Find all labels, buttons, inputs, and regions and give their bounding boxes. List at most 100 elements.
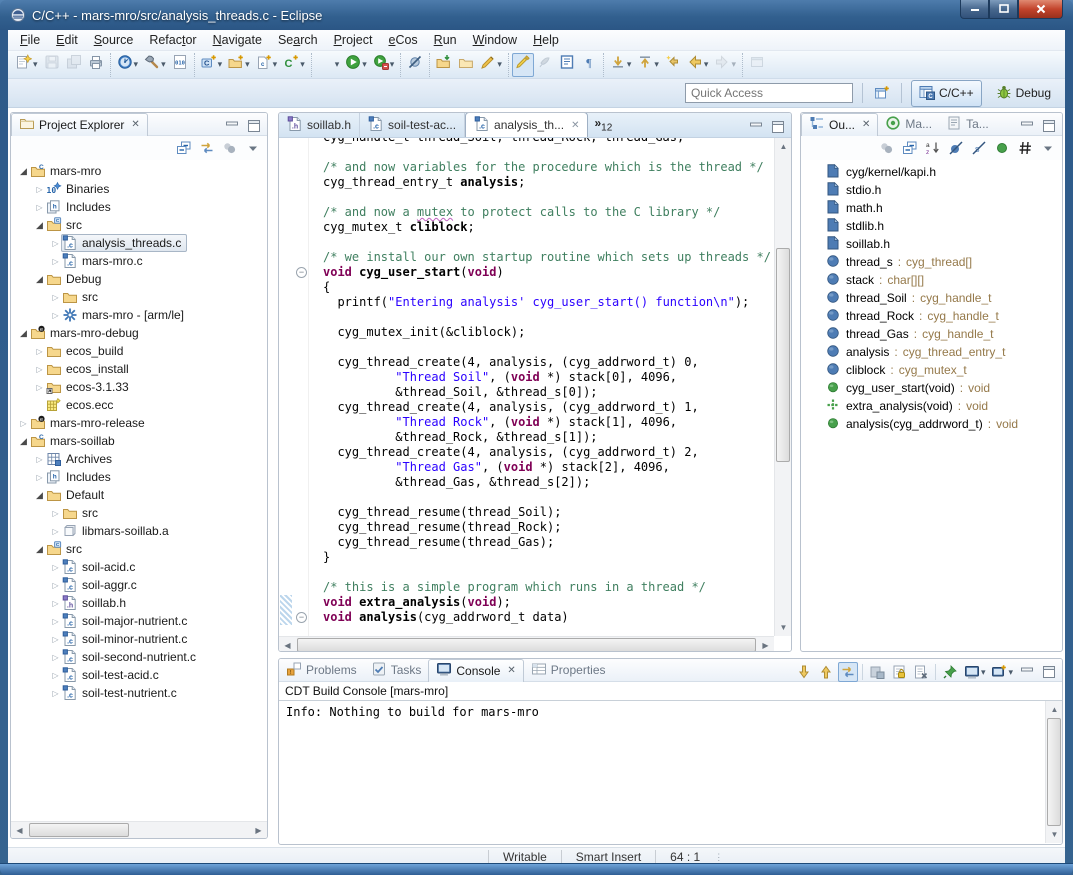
view-tab-console[interactable]: Console✕ (428, 659, 523, 682)
outline-item-thread-Rock[interactable]: thread_Rock:cyg_handle_t (801, 307, 1062, 325)
maximize-button[interactable] (989, 0, 1018, 19)
show-whitespace-button[interactable]: ¶ (578, 53, 600, 77)
code-editor[interactable]: −− cyg_handle_t thread_Soil, thread_Rock… (279, 138, 791, 652)
console-pin-button[interactable] (940, 662, 960, 682)
tree-item-mars-soillab[interactable]: ◢Cmars-soillab (11, 432, 267, 450)
tree-item-mars-mro[interactable]: ◢Cmars-mro (11, 162, 267, 180)
build-button[interactable]: ▾ (141, 53, 169, 77)
perspective-cc[interactable]: CC/C++ (911, 80, 982, 107)
tree-item-soillab.h[interactable]: ▷.hsoillab.h (11, 594, 267, 612)
macros-button[interactable] (1015, 138, 1035, 158)
menu-file[interactable]: File (12, 31, 48, 49)
tree-collapsed-icon[interactable]: ▷ (49, 563, 62, 572)
new-c-project-button[interactable]: C▾ (198, 53, 226, 77)
link-with-editor-button[interactable] (197, 138, 217, 158)
dropdown-arrow-icon[interactable]: ▾ (654, 59, 659, 70)
tree-item-soil-acid.c[interactable]: ▷.csoil-acid.c (11, 558, 267, 576)
dropdown-arrow-icon[interactable]: ▾ (245, 59, 250, 70)
tree-collapsed-icon[interactable]: ▷ (49, 599, 62, 608)
view-tab-ou[interactable]: Ou...✕ (801, 113, 878, 136)
view-tab-problems[interactable]: !Problems (279, 659, 364, 682)
tree-collapsed-icon[interactable]: ▷ (33, 383, 46, 392)
tree-collapsed-icon[interactable]: ▷ (49, 293, 62, 302)
sort-alpha-button[interactable]: az (923, 138, 943, 158)
maximize-view-icon[interactable] (768, 117, 788, 137)
next-annotation-button[interactable]: ▾ (607, 53, 635, 77)
editor-hscrollbar[interactable]: ◀ ▶ (279, 636, 774, 652)
open-perspective-button[interactable] (872, 83, 892, 103)
tree-collapsed-icon[interactable]: ▷ (49, 635, 62, 644)
console-vscrollbar[interactable]: ▲ ▼ (1045, 701, 1062, 843)
build-binary-button[interactable]: 010 (169, 53, 191, 77)
outline-item-analysis-cyg-addrword-t-[interactable]: analysis(cyg_addrword_t):void (801, 415, 1062, 433)
filter-button[interactable] (220, 138, 240, 158)
outline-item-stdio-h[interactable]: stdio.h (801, 181, 1062, 199)
collapse-all-button[interactable] (900, 138, 920, 158)
maximize-view-icon[interactable] (1039, 116, 1059, 136)
console-next-button[interactable] (794, 662, 814, 682)
console-open-button[interactable]: ▾ (989, 662, 1015, 682)
format-button[interactable] (534, 53, 556, 77)
perspective-debug[interactable]: Debug (988, 80, 1059, 107)
tree-collapsed-icon[interactable]: ▷ (49, 311, 62, 320)
tree-collapsed-icon[interactable]: ▷ (33, 203, 46, 212)
tree-collapsed-icon[interactable]: ▷ (33, 455, 46, 464)
tree-collapsed-icon[interactable]: ▷ (33, 473, 46, 482)
tree-collapsed-icon[interactable]: ▷ (49, 509, 62, 518)
dropdown-arrow-icon[interactable]: ▾ (218, 59, 223, 70)
outline-item-thread-Gas[interactable]: thread_Gas:cyg_handle_t (801, 325, 1062, 343)
outline-item-math-h[interactable]: math.h (801, 199, 1062, 217)
minimize-view-icon[interactable] (1017, 662, 1037, 682)
project-explorer-hscrollbar[interactable]: ◀ ▶ (11, 821, 267, 838)
console-clear-button[interactable] (911, 662, 931, 682)
dropdown-arrow-icon[interactable]: ▾ (704, 59, 709, 70)
tree-expanded-icon[interactable]: ◢ (17, 328, 30, 339)
menu-navigate[interactable]: Navigate (205, 31, 270, 49)
minimize-view-icon[interactable] (1017, 116, 1037, 136)
tree-item-Binaries[interactable]: ▷10Binaries (11, 180, 267, 198)
menu-run[interactable]: Run (426, 31, 465, 49)
back-button[interactable]: ▾ (684, 53, 712, 77)
import-folder-button[interactable] (433, 53, 455, 77)
editor-tab-analysis-th-[interactable]: .canalysis_th...✕ (465, 112, 588, 137)
close-icon[interactable]: ✕ (862, 119, 870, 130)
tree-item-mars-mro-arm-le-[interactable]: ▷mars-mro - [arm/le] (11, 306, 267, 324)
tree-item-ecos-3.1.33[interactable]: ▷ecos-3.1.33 (11, 378, 267, 396)
new-source-folder-button[interactable]: ▾ (225, 53, 253, 77)
tree-item-soil-test-nutrient.c[interactable]: ▷.csoil-test-nutrient.c (11, 684, 267, 702)
tree-collapsed-icon[interactable]: ▷ (33, 185, 46, 194)
tree-item-soil-aggr.c[interactable]: ▷.csoil-aggr.c (11, 576, 267, 594)
tree-collapsed-icon[interactable]: ▷ (49, 527, 62, 536)
outline-item-thread-Soil[interactable]: thread_Soil:cyg_handle_t (801, 289, 1062, 307)
console-link-button[interactable] (838, 662, 858, 682)
tree-item-analysis-threads.c[interactable]: ▷.canalysis_threads.c (11, 234, 267, 252)
view-tab-ma[interactable]: Ma... (878, 113, 939, 136)
forward-button[interactable]: ▾ (711, 53, 739, 77)
pin-editor-button[interactable] (746, 53, 768, 77)
new-class-button[interactable]: C▾ (280, 53, 308, 77)
tree-item-soil-major-nutrient.c[interactable]: ▷.csoil-major-nutrient.c (11, 612, 267, 630)
new-wizard-button[interactable]: ▾ (13, 53, 41, 77)
dropdown-arrow-icon[interactable]: ▾ (300, 59, 305, 70)
minimize-view-icon[interactable] (222, 116, 242, 136)
tree-item-ecos-build[interactable]: ▷ecos_build (11, 342, 267, 360)
tree-item-src[interactable]: ▷src (11, 288, 267, 306)
outline-item-cyg-kernel-kapi-h[interactable]: cyg/kernel/kapi.h (801, 163, 1062, 181)
console-scroll-lock-button[interactable] (889, 662, 909, 682)
collapse-all-button[interactable] (174, 138, 194, 158)
tree-expanded-icon[interactable]: ◢ (33, 274, 46, 285)
close-icon[interactable]: ✕ (131, 119, 139, 130)
menu-refactor[interactable]: Refactor (141, 31, 204, 49)
dropdown-arrow-icon[interactable]: ▾ (1008, 667, 1013, 678)
tree-expanded-icon[interactable]: ◢ (17, 436, 30, 447)
tree-expanded-icon[interactable]: ◢ (33, 544, 46, 555)
tree-item-ecos-install[interactable]: ▷ecos_install (11, 360, 267, 378)
tree-item-libmars-soillab.a[interactable]: ▷libmars-soillab.a (11, 522, 267, 540)
tree-expanded-icon[interactable]: ◢ (33, 490, 46, 501)
dropdown-arrow-icon[interactable]: ▾ (33, 59, 38, 70)
tree-collapsed-icon[interactable]: ▷ (49, 671, 62, 680)
fold-collapse-icon[interactable]: − (296, 612, 307, 623)
tree-item-Debug[interactable]: ◢Debug (11, 270, 267, 288)
save-all-button[interactable] (63, 53, 85, 77)
dropdown-arrow-icon[interactable]: ▾ (134, 59, 139, 70)
